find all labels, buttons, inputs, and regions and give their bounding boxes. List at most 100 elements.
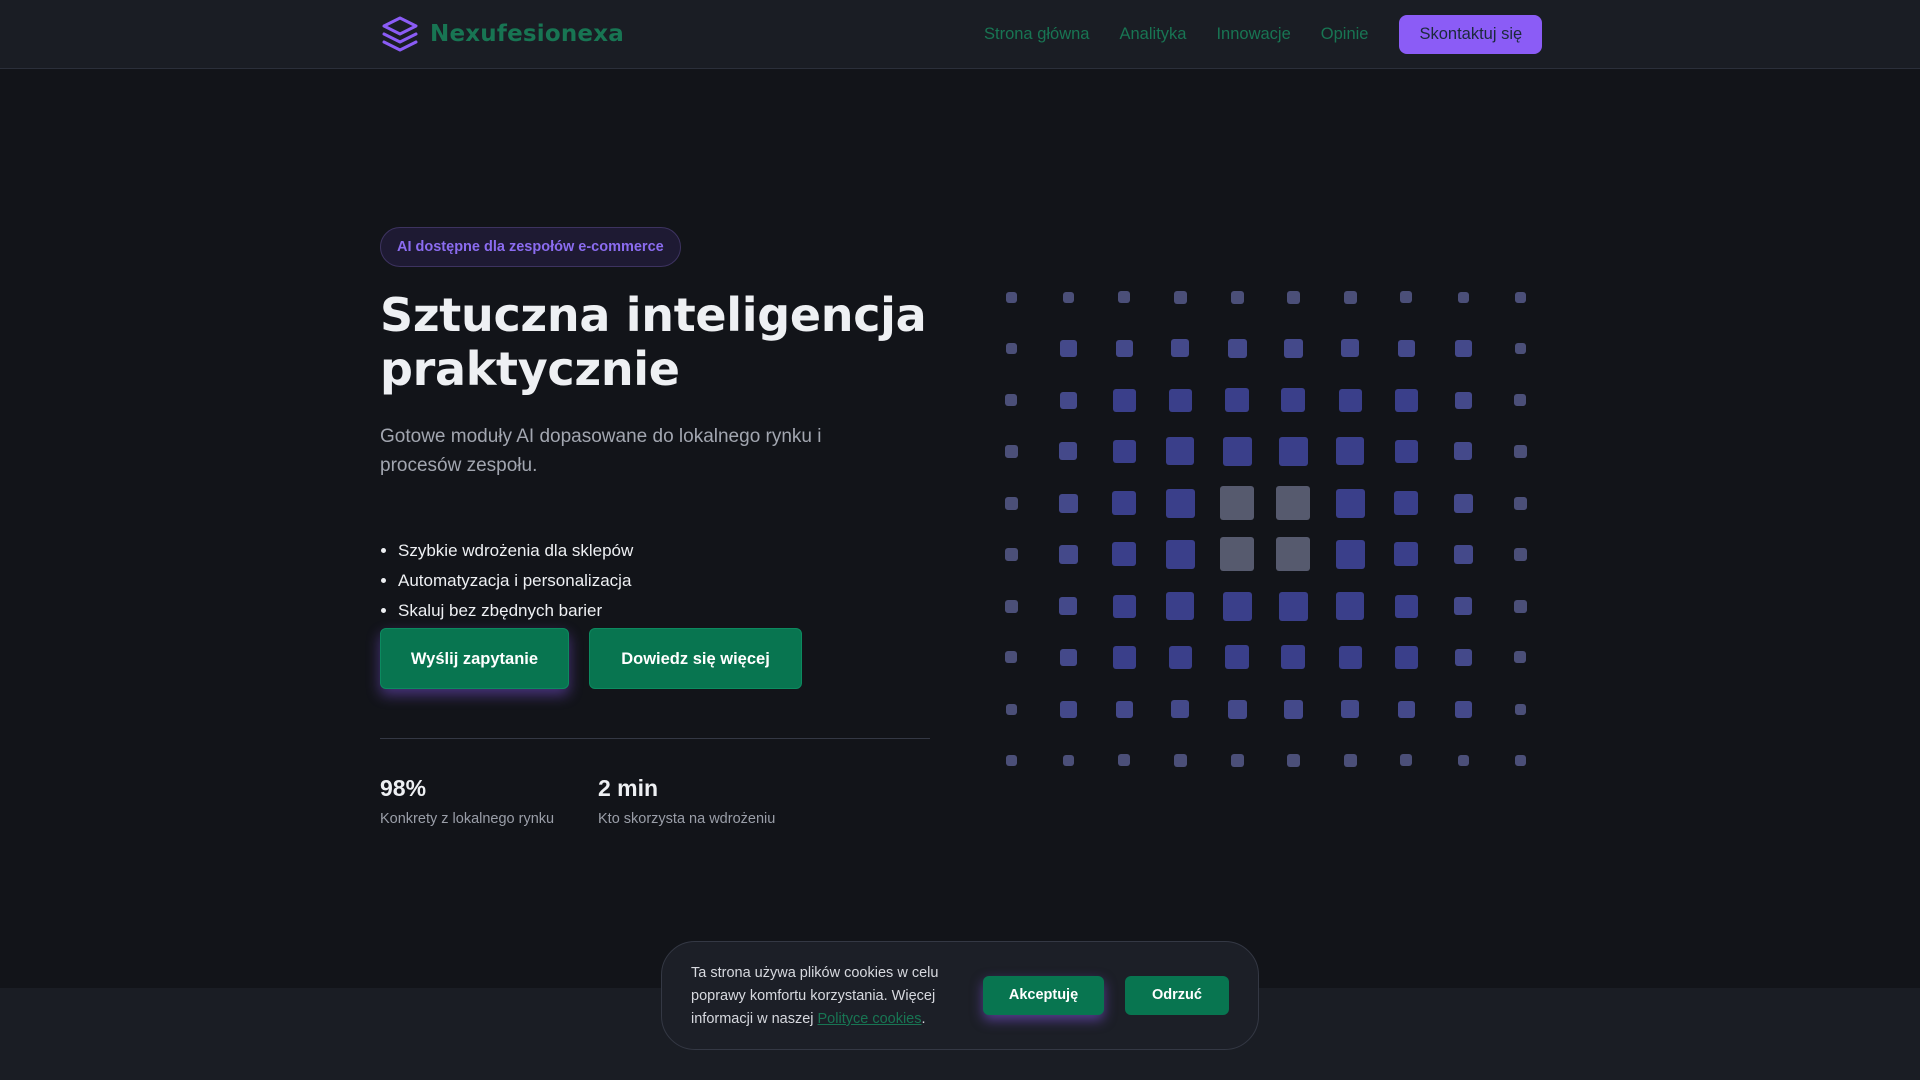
grid-square: [1283, 338, 1303, 358]
grid-square: [1112, 491, 1136, 515]
grid-square: [1335, 539, 1365, 569]
grid-square: [1513, 547, 1527, 561]
grid-square: [1453, 493, 1473, 513]
grid-square: [1220, 537, 1254, 571]
decorative-square-grid: [980, 270, 1560, 790]
nav-link-innovations[interactable]: Innowacje: [1216, 25, 1290, 44]
grid-square: [1394, 542, 1418, 566]
grid-square: [1173, 290, 1187, 304]
grid-square: [1276, 537, 1310, 571]
grid-square: [1004, 599, 1018, 613]
grid-square: [1112, 645, 1136, 669]
main-nav: Strona główna Analityka Innowacje Opinie…: [984, 15, 1543, 54]
cookie-banner: Ta strona używa plików cookies w celu po…: [661, 941, 1259, 1050]
grid-square: [1062, 754, 1074, 766]
feature-item: Skaluj bez zbędnych barier: [398, 596, 633, 626]
grid-square: [1118, 291, 1130, 303]
grid-square: [1457, 291, 1469, 303]
grid-square: [1005, 703, 1017, 715]
grid-square: [1286, 290, 1300, 304]
grid-square: [1454, 648, 1472, 666]
grid-square: [1005, 291, 1017, 303]
grid-square: [1005, 342, 1017, 354]
grid-square: [1514, 291, 1526, 303]
stat-label-precision: Konkrety z lokalnego rynku: [380, 811, 555, 827]
send-inquiry-button[interactable]: Wyślij zapytanie: [380, 628, 569, 689]
stat-label-time: Kto skorzysta na wdrożeniu: [598, 811, 776, 827]
feature-list: Szybkie wdrożenia dla sklepów Automatyza…: [380, 536, 633, 626]
grid-square: [1278, 591, 1308, 621]
layers-icon: [382, 16, 418, 52]
grid-square: [1115, 339, 1133, 357]
nav-link-analytics[interactable]: Analityka: [1120, 25, 1187, 44]
grid-square: [1115, 700, 1133, 718]
grid-square: [1394, 439, 1418, 463]
grid-square: [1118, 754, 1130, 766]
grid-square: [1335, 488, 1365, 518]
grid-square: [1281, 388, 1305, 412]
grid-square: [1059, 442, 1077, 460]
grid-square: [1059, 339, 1077, 357]
grid-square: [1058, 544, 1078, 564]
grid-square: [1005, 651, 1017, 663]
grid-square: [1454, 442, 1472, 460]
grid-square: [1059, 648, 1077, 666]
grid-square: [1397, 700, 1415, 718]
grid-square: [1062, 291, 1074, 303]
stat-value-precision: 98%: [380, 775, 427, 801]
grid-square: [1173, 753, 1187, 767]
grid-square: [1004, 496, 1018, 510]
grid-square: [1168, 645, 1192, 669]
grid-square: [1514, 754, 1526, 766]
grid-square: [1166, 592, 1194, 620]
grid-square: [1338, 645, 1362, 669]
grid-square: [1225, 645, 1249, 669]
grid-square: [1005, 754, 1017, 766]
cookie-reject-button[interactable]: Odrzuć: [1125, 976, 1229, 1015]
cookie-message: Ta strona używa plików cookies w celu po…: [691, 962, 971, 1031]
grid-square: [1400, 291, 1412, 303]
grid-square: [1336, 437, 1364, 465]
stats-divider: [380, 738, 930, 739]
grid-square: [1227, 338, 1247, 358]
grid-square: [1457, 754, 1469, 766]
grid-square: [1230, 290, 1244, 304]
grid-square: [1454, 700, 1472, 718]
learn-more-button[interactable]: Dowiedz się więcej: [589, 628, 802, 689]
nav-link-reviews[interactable]: Opinie: [1321, 25, 1369, 44]
grid-square: [1341, 339, 1359, 357]
grid-square: [1059, 700, 1077, 718]
grid-square: [1112, 542, 1136, 566]
cookie-accept-button[interactable]: Akceptuję: [983, 976, 1104, 1015]
grid-square: [1058, 493, 1078, 513]
grid-square: [1283, 699, 1303, 719]
brand-name: Nexufesionexa: [430, 21, 624, 47]
grid-square: [1514, 342, 1526, 354]
grid-square: [1004, 547, 1018, 561]
grid-square: [1059, 597, 1077, 615]
grid-square: [1394, 388, 1418, 412]
grid-square: [1343, 753, 1357, 767]
grid-square: [1005, 394, 1017, 406]
grid-square: [1165, 488, 1195, 518]
feature-item: Automatyzacja i personalizacja: [398, 566, 633, 596]
brand-logo[interactable]: Nexufesionexa: [380, 14, 624, 54]
grid-square: [1343, 290, 1357, 304]
grid-square: [1227, 699, 1247, 719]
grid-square: [1513, 496, 1527, 510]
grid-square: [1278, 436, 1308, 466]
contact-button[interactable]: Skontaktuj się: [1399, 15, 1543, 54]
grid-square: [1276, 486, 1310, 520]
grid-square: [1222, 591, 1252, 621]
grid-square: [1286, 753, 1300, 767]
grid-square: [1454, 339, 1472, 357]
grid-square: [1453, 544, 1473, 564]
grid-square: [1222, 436, 1252, 466]
grid-square: [1513, 599, 1527, 613]
grid-square: [1513, 444, 1527, 458]
cookie-policy-link[interactable]: Polityce cookies: [818, 1011, 922, 1027]
feature-item: Szybkie wdrożenia dla sklepów: [398, 536, 633, 566]
grid-square: [1338, 388, 1362, 412]
nav-link-home[interactable]: Strona główna: [984, 25, 1090, 44]
grid-square: [1171, 700, 1189, 718]
